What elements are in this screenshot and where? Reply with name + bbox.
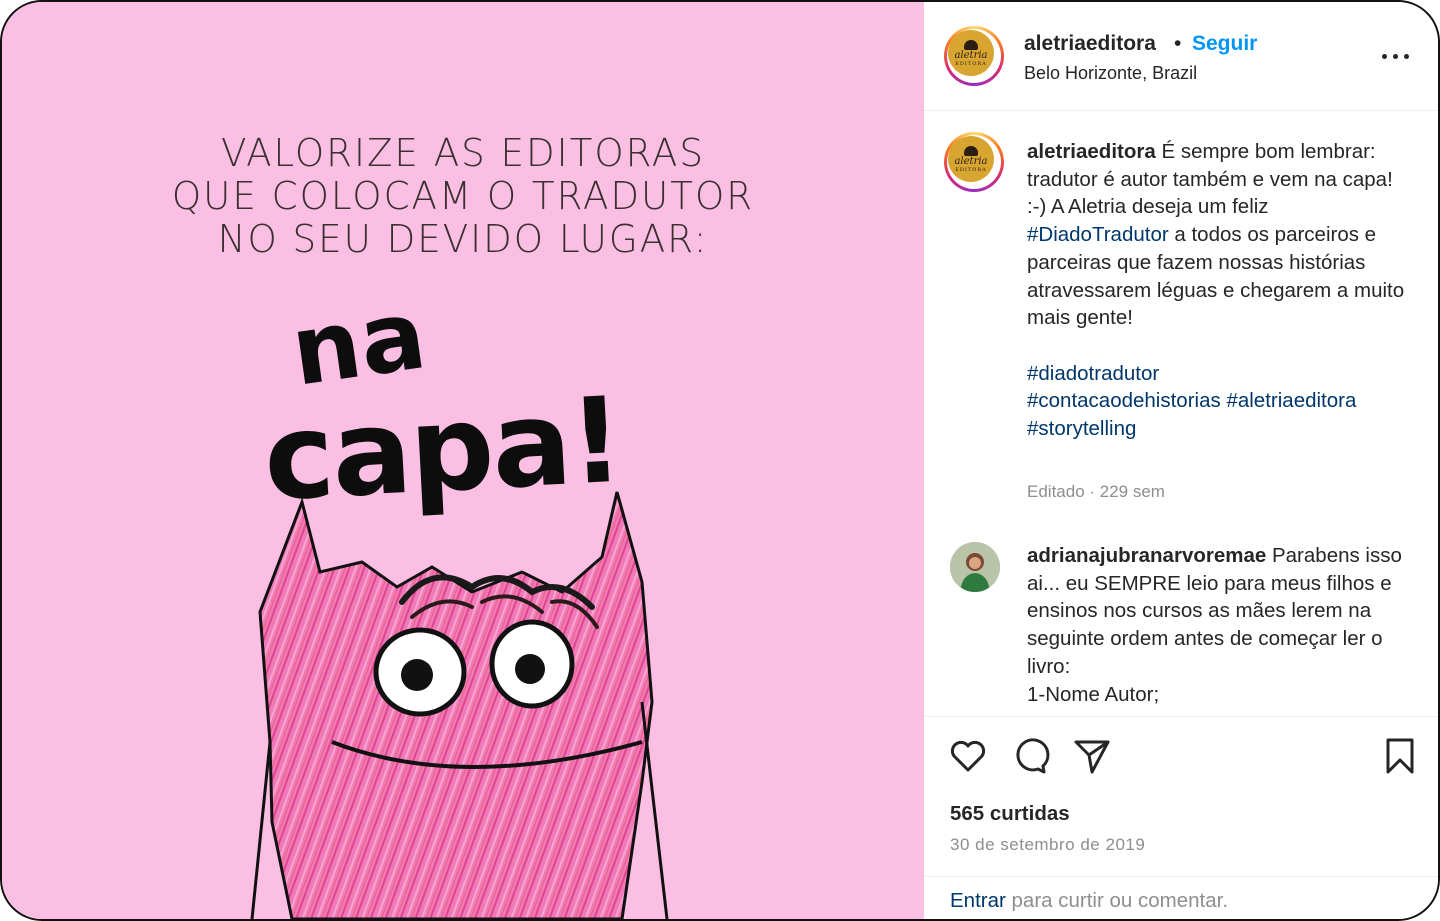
hashtag-link[interactable]: #aletriaeditora	[1226, 389, 1356, 412]
hashtag-link[interactable]: #diadotradutor	[1027, 362, 1159, 385]
commenter-username[interactable]: adrianajubranarvoremae	[1027, 544, 1266, 567]
hashtag-link[interactable]: #storytelling	[1027, 417, 1136, 440]
logo-hat-icon	[964, 39, 978, 50]
post-location[interactable]: Belo Horizonte, Brazil	[1024, 63, 1197, 84]
monster-illustration	[250, 491, 669, 919]
post-caption: aletriaeditora É sempre bom lembrar: tra…	[1027, 138, 1407, 443]
hashtag-link[interactable]: #contacaodehistorias	[1027, 389, 1221, 412]
login-prompt: Entrar para curtir ou comentar.	[950, 889, 1228, 913]
login-text: para curtir ou comentar.	[1005, 889, 1229, 912]
post-date[interactable]: 30 de setembro de 2019	[950, 835, 1145, 855]
like-count[interactable]: 565 curtidas	[950, 802, 1070, 826]
paper-plane-icon[interactable]	[1072, 736, 1112, 776]
comment-item: adrianajubranarvoremae Parabens isso ai.…	[1027, 542, 1407, 708]
follow-button[interactable]: Seguir	[1192, 32, 1257, 56]
logo-hat-icon	[964, 145, 978, 156]
post-image[interactable]: VALORIZE AS EDITORAS QUE COLOCAM O TRADU…	[2, 2, 924, 919]
aletria-logo: aletria EDITORA	[948, 30, 994, 76]
comment-text: Parabens isso ai... eu SEMPRE leio para …	[1027, 544, 1402, 706]
actions-divider	[924, 716, 1438, 717]
comment-icon[interactable]	[1010, 736, 1050, 776]
commenter-avatar[interactable]	[950, 542, 1000, 592]
hashtag-link[interactable]: #DiadoTradutor	[1027, 223, 1169, 246]
more-options-icon[interactable]	[1382, 44, 1412, 68]
bookmark-icon[interactable]	[1380, 736, 1420, 776]
author-avatar[interactable]: aletria EDITORA	[944, 26, 1004, 86]
aletria-logo: aletria EDITORA	[948, 136, 994, 182]
caption-username[interactable]: aletriaeditora	[1027, 140, 1156, 163]
action-bar	[924, 728, 1438, 788]
post-window: VALORIZE AS EDITORAS QUE COLOCAM O TRADU…	[0, 0, 1440, 921]
footer-divider	[924, 876, 1438, 877]
caption-author-avatar[interactable]: aletria EDITORA	[944, 132, 1004, 192]
author-username[interactable]: aletriaeditora	[1024, 32, 1156, 56]
header-divider	[924, 110, 1438, 111]
login-link[interactable]: Entrar	[950, 889, 1006, 912]
post-sidebar: aletria EDITORA aletriaeditora • Seguir …	[924, 2, 1438, 919]
separator-dot: •	[1174, 32, 1182, 55]
comments-area[interactable]: aletria EDITORA aletriaeditora É sempre …	[924, 112, 1438, 716]
caption-meta: Editado · 229 sem	[1027, 482, 1165, 501]
heart-icon[interactable]	[948, 736, 988, 776]
